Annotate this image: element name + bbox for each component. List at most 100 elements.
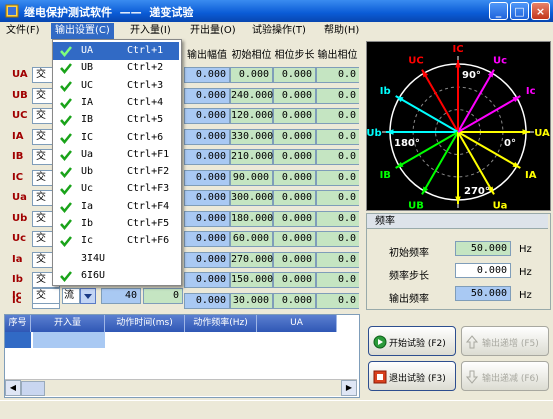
channel-initial-phase-cell[interactable]: 180.000 (230, 210, 273, 227)
menu-item-ua[interactable]: Ua Ctrl+F1 (53, 146, 179, 164)
channel-amplitude-cell[interactable]: 0.000 (184, 67, 230, 83)
output-increase-button[interactable]: 输出递增 (F5) (461, 326, 549, 356)
menu-item-3i4u[interactable]: 3I4U (53, 250, 179, 268)
row-selector[interactable] (5, 332, 31, 348)
checkmark-icon (60, 271, 72, 282)
phasor-vector-label: UC (408, 55, 423, 66)
checkmark-icon (60, 115, 72, 127)
selected-cell[interactable] (33, 332, 105, 348)
frequency-step-unit: Hz (519, 267, 532, 278)
channel-amplitude-cell[interactable]: 0.000 (184, 169, 230, 186)
channel-phase-step-cell[interactable]: 0.000 (273, 87, 316, 104)
scroll-left-icon[interactable]: ◀ (5, 380, 21, 396)
channel-initial-phase-cell[interactable]: 60.000 (230, 231, 273, 247)
channel-phase-step-cell[interactable]: 0.000 (273, 169, 316, 186)
title-bar[interactable]: 继电保护测试软件 —— 递变试验 _ □ × (0, 0, 553, 22)
menu-help[interactable]: 帮助(H) (320, 23, 363, 39)
menu-item-shortcut: Ctrl+4 (127, 96, 164, 108)
bottom-value-1[interactable]: 40 (101, 288, 141, 304)
frequency-step-input[interactable]: 0.000 (455, 263, 511, 278)
channel-output-phase-cell: 0.0 (316, 210, 359, 227)
frequency-title: 频率 (367, 214, 548, 229)
channel-amplitude-cell[interactable]: 0.000 (184, 190, 230, 206)
start-test-button[interactable]: 开始试验 (F2) (368, 326, 456, 356)
phasor-diagram: UAUcICUCIbUbIBUBIaUaIAIc90°0°180°270° (366, 41, 551, 211)
menu-item-ia[interactable]: IA Ctrl+4 (53, 94, 179, 112)
channel-initial-phase-cell[interactable]: 300.000 (230, 190, 273, 206)
minimize-button[interactable]: _ (489, 2, 508, 20)
channel-initial-phase-cell[interactable]: 120.000 (230, 108, 273, 124)
channel-phase-step-cell[interactable]: 0.000 (273, 231, 316, 247)
channel-amplitude-cell[interactable]: 0.000 (184, 231, 230, 247)
channel-initial-phase-cell[interactable]: 240.000 (230, 87, 273, 104)
channel-amplitude-cell[interactable]: 0.000 (184, 210, 230, 227)
initial-frequency-input[interactable]: 50.000 (455, 241, 511, 256)
result-table[interactable]: 序号 开入量 动作时间(ms) 动作频率(Hz) UA ◀ ▶ (4, 314, 360, 398)
stop-test-label: 退出试验 (F3) (389, 374, 446, 384)
menu-item-ub[interactable]: Ub Ctrl+F2 (53, 163, 179, 181)
menu-item-shortcut: Ctrl+1 (127, 45, 164, 56)
stop-icon (373, 370, 387, 384)
menu-item-ia[interactable]: Ia Ctrl+F4 (53, 198, 179, 216)
menu-file[interactable]: 文件(F) (2, 23, 44, 39)
scroll-thumb[interactable] (21, 381, 45, 396)
channel-phase-step-cell[interactable]: 0.000 (273, 292, 316, 309)
channel-phase-step-cell[interactable]: 0.000 (273, 149, 316, 165)
channel-amplitude-cell[interactable]: 0.000 (184, 108, 230, 124)
menu-item-ic[interactable]: IC Ctrl+6 (53, 129, 179, 147)
scroll-right-icon[interactable]: ▶ (341, 380, 357, 396)
menu-item-label: Ub (81, 166, 94, 178)
channel-initial-phase-cell[interactable]: 0.000 (230, 67, 273, 83)
channel-initial-phase-cell[interactable]: 30.000 (230, 292, 273, 309)
menu-binary-input[interactable]: 开入量(I) (126, 23, 175, 39)
channel-output-phase-cell: 0.0 (316, 292, 359, 309)
bottom-type-cell[interactable]: 交 (32, 288, 60, 304)
menu-item-ub[interactable]: UB Ctrl+2 (53, 59, 179, 77)
menu-item-6i6u[interactable]: 6I6U (53, 267, 179, 285)
channel-label: IB (12, 151, 24, 162)
channel-phase-step-cell[interactable]: 0.000 (273, 108, 316, 124)
channel-initial-phase-cell[interactable]: 270.000 (230, 251, 273, 268)
channel-amplitude-cell[interactable]: 0.000 (184, 149, 230, 165)
maximize-button[interactable]: □ (510, 2, 529, 20)
channel-amplitude-cell[interactable]: 0.000 (184, 292, 230, 309)
col-ua: UA (257, 315, 337, 332)
checkmark-icon (60, 201, 72, 213)
channel-initial-phase-cell[interactable]: 330.000 (230, 128, 273, 145)
menu-item-ic[interactable]: Ic Ctrl+F6 (53, 232, 179, 250)
horizontal-scrollbar[interactable]: ◀ ▶ (5, 379, 357, 396)
menu-item-ua[interactable]: UA Ctrl+1 (53, 42, 179, 60)
menu-item-uc[interactable]: Uc Ctrl+F3 (53, 180, 179, 198)
stop-test-button[interactable]: 退出试验 (F3) (368, 361, 456, 391)
channel-label: Ua (12, 192, 27, 203)
channel-label: Ub (12, 212, 28, 224)
menu-binary-output[interactable]: 开出量(O) (186, 23, 240, 39)
channel-phase-step-cell[interactable]: 0.000 (273, 210, 316, 227)
phasor-vector-label: Ua (493, 201, 508, 211)
menu-item-ib[interactable]: IB Ctrl+5 (53, 111, 179, 129)
menu-item-shortcut: Ctrl+F1 (127, 148, 170, 160)
menu-test-operation[interactable]: 试验操作(T) (248, 23, 310, 39)
channel-amplitude-cell[interactable]: 0.000 (184, 251, 230, 268)
channel-phase-step-cell[interactable]: 0.000 (273, 251, 316, 268)
menu-item-uc[interactable]: UC Ctrl+3 (53, 77, 179, 95)
channel-phase-step-cell[interactable]: 0.000 (273, 67, 316, 83)
channel-initial-phase-cell[interactable]: 90.000 (230, 169, 273, 186)
initial-frequency-label: 初始频率 (389, 248, 429, 259)
bottom-value-2[interactable]: 0 (143, 288, 183, 304)
menu-item-ib[interactable]: Ib Ctrl+F5 (53, 215, 179, 233)
channel-amplitude-cell[interactable]: 0.000 (184, 272, 230, 288)
channel-initial-phase-cell[interactable]: 210.000 (230, 149, 273, 165)
channel-amplitude-cell[interactable]: 0.000 (184, 128, 230, 145)
channel-phase-step-cell[interactable]: 0.000 (273, 190, 316, 206)
menu-output-settings[interactable]: 输出设置(C) (51, 23, 114, 39)
dropdown-arrow-icon[interactable] (80, 288, 96, 304)
col-index: 序号 (5, 315, 31, 332)
channel-phase-step-cell[interactable]: 0.000 (273, 128, 316, 145)
channel-initial-phase-cell[interactable]: 150.000 (230, 272, 273, 288)
channel-phase-step-cell[interactable]: 0.000 (273, 272, 316, 288)
close-button[interactable]: × (531, 2, 550, 20)
menu-item-shortcut: Ctrl+F4 (127, 200, 170, 212)
channel-amplitude-cell[interactable]: 0.000 (184, 87, 230, 104)
output-decrease-button[interactable]: 输出递减 (F6) (461, 361, 549, 391)
